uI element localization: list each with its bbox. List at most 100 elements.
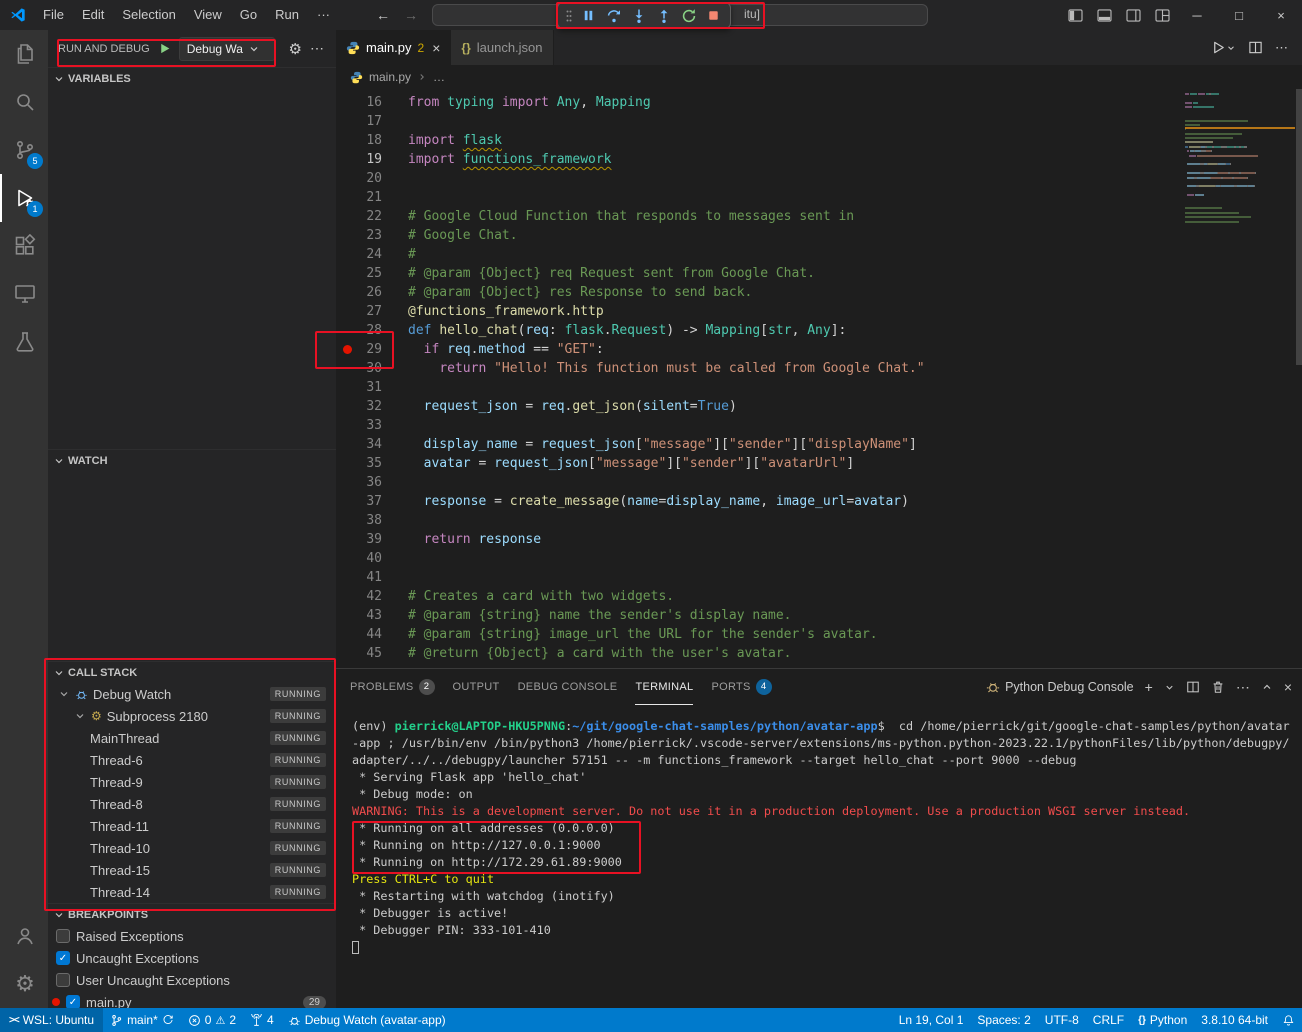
status-branch[interactable]: main* bbox=[103, 1008, 181, 1032]
forward-icon[interactable]: → bbox=[404, 7, 418, 23]
status-problems[interactable]: 0 ⚠ 2 bbox=[181, 1008, 243, 1032]
status-debug-session[interactable]: Debug Watch (avatar-app) bbox=[281, 1008, 453, 1032]
menu-selection[interactable]: Selection bbox=[113, 0, 184, 30]
terminal-profile-select[interactable]: Python Debug Console bbox=[986, 680, 1134, 694]
section-breakpoints[interactable]: BREAKPOINTS bbox=[48, 903, 336, 925]
tab-ports[interactable]: PORTS 4 bbox=[711, 669, 771, 705]
tab-close-icon[interactable]: × bbox=[432, 40, 440, 56]
kill-terminal-button[interactable] bbox=[1211, 680, 1225, 694]
debug-settings-gear-icon[interactable]: ⚙ bbox=[289, 40, 302, 58]
breakpoint-gutter[interactable] bbox=[336, 245, 358, 264]
step-into-button[interactable] bbox=[626, 3, 651, 28]
breakpoint-gutter[interactable] bbox=[336, 207, 358, 226]
breakpoint-gutter[interactable] bbox=[336, 435, 358, 454]
back-icon[interactable]: ← bbox=[376, 7, 390, 23]
call-stack-item[interactable]: Thread-15RUNNING bbox=[48, 859, 336, 881]
call-stack-item[interactable]: Thread-10RUNNING bbox=[48, 837, 336, 859]
breakpoint-gutter[interactable] bbox=[336, 568, 358, 587]
start-debugging-button[interactable] bbox=[158, 42, 171, 55]
status-remote[interactable]: >< WSL: Ubuntu bbox=[0, 1008, 103, 1032]
pause-button[interactable] bbox=[576, 3, 601, 28]
breakpoint-gutter[interactable] bbox=[336, 454, 358, 473]
activity-settings[interactable]: ⚙ bbox=[0, 960, 48, 1008]
activity-testing[interactable] bbox=[0, 318, 48, 366]
breakpoint-gutter[interactable] bbox=[336, 549, 358, 568]
panel-more-actions-icon[interactable]: ⋯ bbox=[1236, 679, 1250, 696]
section-call-stack[interactable]: CALL STACK bbox=[48, 661, 336, 683]
breakpoint-gutter[interactable] bbox=[336, 188, 358, 207]
breakpoint-gutter[interactable] bbox=[336, 264, 358, 283]
activity-explorer[interactable] bbox=[0, 30, 48, 78]
tab-output[interactable]: OUTPUT bbox=[453, 669, 500, 705]
breakpoint-gutter[interactable] bbox=[336, 340, 358, 359]
activity-remote-explorer[interactable] bbox=[0, 270, 48, 318]
call-stack-item[interactable]: ⚙Subprocess 2180RUNNING bbox=[48, 705, 336, 727]
call-stack-item[interactable]: Thread-9RUNNING bbox=[48, 771, 336, 793]
breadcrumb[interactable]: main.py … bbox=[336, 65, 1302, 89]
breakpoint-gutter[interactable] bbox=[336, 492, 358, 511]
breakpoint-gutter[interactable] bbox=[336, 378, 358, 397]
activity-run-and-debug[interactable]: 1 bbox=[0, 174, 48, 222]
breakpoint-gutter[interactable] bbox=[336, 112, 358, 131]
menu-run[interactable]: Run bbox=[266, 0, 308, 30]
menu-view[interactable]: View bbox=[185, 0, 231, 30]
status-encoding[interactable]: UTF-8 bbox=[1038, 1008, 1086, 1032]
breadcrumb-file[interactable]: main.py bbox=[369, 70, 411, 84]
activity-source-control[interactable]: 5 bbox=[0, 126, 48, 174]
call-stack-item[interactable]: MainThreadRUNNING bbox=[48, 727, 336, 749]
breakpoint-gutter[interactable] bbox=[336, 150, 358, 169]
breakpoint-checkbox[interactable]: ✓ bbox=[56, 951, 70, 965]
breakpoint-gutter[interactable] bbox=[336, 283, 358, 302]
status-language[interactable]: {} Python bbox=[1131, 1008, 1194, 1032]
customize-layout-icon[interactable] bbox=[1155, 9, 1170, 22]
call-stack-item[interactable]: Thread-8RUNNING bbox=[48, 793, 336, 815]
tab-debug-console[interactable]: DEBUG CONSOLE bbox=[518, 669, 618, 705]
breakpoint-checkbox[interactable] bbox=[56, 973, 70, 987]
terminal-output[interactable]: (env) pierrick@LAPTOP-HKU5PNNG:~/git/goo… bbox=[336, 705, 1302, 1008]
sidebar-more-actions-icon[interactable]: ⋯ bbox=[310, 40, 326, 57]
breakpoint-gutter[interactable] bbox=[336, 644, 358, 663]
toggle-sidebar-icon[interactable] bbox=[1068, 9, 1083, 22]
menu-go[interactable]: Go bbox=[231, 0, 266, 30]
breakpoint-checkbox[interactable] bbox=[56, 929, 70, 943]
breakpoint-gutter[interactable] bbox=[336, 131, 358, 150]
tab-launch-json[interactable]: {} launch.json bbox=[451, 30, 553, 65]
run-python-file-button[interactable] bbox=[1211, 40, 1236, 55]
menu-more-icon[interactable]: ··· bbox=[308, 0, 339, 30]
breakpoint-item[interactable]: Raised Exceptions bbox=[48, 925, 336, 947]
call-stack-item[interactable]: Thread-6RUNNING bbox=[48, 749, 336, 771]
status-notifications[interactable] bbox=[1275, 1008, 1302, 1032]
split-editor-button[interactable] bbox=[1248, 40, 1263, 55]
step-over-button[interactable] bbox=[601, 3, 626, 28]
call-stack-item[interactable]: Thread-14RUNNING bbox=[48, 881, 336, 903]
status-python-interpreter[interactable]: 3.8.10 64-bit bbox=[1194, 1008, 1275, 1032]
editor-scrollbar[interactable] bbox=[1296, 89, 1302, 365]
restart-button[interactable] bbox=[676, 3, 701, 28]
breakpoint-gutter[interactable] bbox=[336, 302, 358, 321]
breakpoint-checkbox[interactable]: ✓ bbox=[66, 995, 80, 1008]
breakpoint-gutter[interactable] bbox=[336, 321, 358, 340]
menu-file[interactable]: File bbox=[34, 0, 73, 30]
breakpoint-gutter[interactable] bbox=[336, 625, 358, 644]
breakpoint-item[interactable]: ✓main.py29 bbox=[48, 991, 336, 1008]
status-forwarded-ports[interactable]: 4 bbox=[243, 1008, 281, 1032]
tab-terminal[interactable]: TERMINAL bbox=[635, 669, 693, 705]
drag-handle-icon[interactable] bbox=[562, 9, 576, 23]
breakpoint-gutter[interactable] bbox=[336, 530, 358, 549]
breakpoint-gutter[interactable] bbox=[336, 93, 358, 112]
breadcrumb-symbol[interactable]: … bbox=[433, 70, 445, 84]
toggle-secondary-sidebar-icon[interactable] bbox=[1126, 9, 1141, 22]
step-out-button[interactable] bbox=[651, 3, 676, 28]
close-button[interactable]: × bbox=[1260, 0, 1302, 30]
terminal-dropdown-chevron-icon[interactable] bbox=[1164, 682, 1175, 693]
breakpoint-gutter[interactable] bbox=[336, 359, 358, 378]
activity-extensions[interactable] bbox=[0, 222, 48, 270]
breakpoint-gutter[interactable] bbox=[336, 226, 358, 245]
breakpoint-gutter[interactable] bbox=[336, 169, 358, 188]
minimize-button[interactable]: ─ bbox=[1176, 0, 1218, 30]
split-terminal-button[interactable] bbox=[1186, 680, 1200, 694]
breakpoint-gutter[interactable] bbox=[336, 397, 358, 416]
breakpoint-dot-icon[interactable] bbox=[343, 345, 352, 354]
minimap[interactable] bbox=[1185, 92, 1295, 224]
new-terminal-button[interactable]: + bbox=[1145, 679, 1153, 695]
